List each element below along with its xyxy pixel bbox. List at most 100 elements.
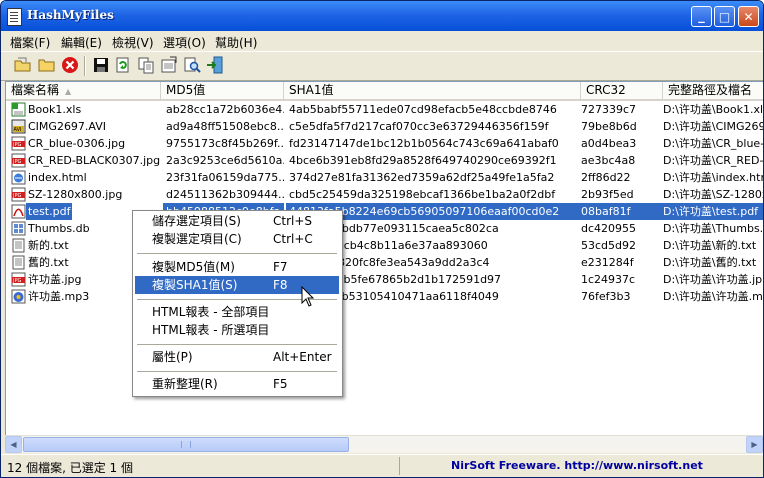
- copy-icon[interactable]: [137, 56, 155, 74]
- table-row[interactable]: AVI CIMG2697.AVI ad9a48ff51508ebc8... c5e5d…: [6, 118, 763, 135]
- minimize-button[interactable]: _: [691, 6, 712, 27]
- cell-filename[interactable]: AVI CIMG2697.AVI: [6, 118, 161, 135]
- cell-crc32: e231284f: [581, 256, 634, 269]
- txt-file-icon: [12, 238, 25, 253]
- cell-sha1: cbd5c25459da325198ebcaf1366be1ba2a0f2dbf: [289, 188, 556, 201]
- avi-file-icon: AVI: [11, 119, 26, 134]
- open-files-icon[interactable]: [14, 56, 32, 74]
- list-header: 檔案名稱 ▲ MD5值 SHA1值 CRC32 完整路徑及檔名: [6, 82, 763, 101]
- open-folder-icon[interactable]: [38, 56, 56, 74]
- menu-view[interactable]: 檢視(V): [112, 34, 154, 51]
- cell-sha1: fd23147147de1bc12b1b0564c743c69a641abaf0: [289, 137, 559, 150]
- excel-file-icon: [11, 102, 26, 117]
- table-row[interactable]: JPG SZ-1280x800.jpg d24511362b309444... cbd…: [6, 186, 763, 203]
- cell-filename[interactable]: index.html: [6, 169, 161, 186]
- close-button[interactable]: ✕: [738, 6, 759, 27]
- menu-help[interactable]: 幫助(H): [215, 34, 257, 51]
- ctx-shortcut: F7: [273, 260, 288, 274]
- cell-fullpath: D:\许功盖\CIMG2697.A: [663, 120, 763, 133]
- file-name: test.pdf: [26, 203, 73, 220]
- table-row[interactable]: JPG 许功盖.jpg 2ca6374ab5fe67865b2d1b172591d9…: [6, 271, 763, 288]
- cell-crc32: 53cd5d92: [581, 239, 637, 252]
- table-row[interactable]: Thumbs.db c851cbecbdb77e093115caea5c802ca…: [6, 220, 763, 237]
- table-row[interactable]: JPG CR_blue-0306.jpg 9755173c8f45b269f... f…: [6, 135, 763, 152]
- cell-crc32: dc420955: [581, 222, 637, 235]
- svg-text:JPG: JPG: [12, 159, 21, 165]
- nirsoft-link[interactable]: NirSoft Freeware. http://www.nirsoft.net: [451, 459, 703, 472]
- jpg-file-icon: JPG: [11, 136, 26, 151]
- file-list[interactable]: 檔案名稱 ▲ MD5值 SHA1值 CRC32 完整路徑及檔名 Book1.xls…: [5, 81, 764, 453]
- cell-filename[interactable]: JPG CR_RED-BLACK0307.jpg: [6, 152, 161, 169]
- table-row[interactable]: index.html 23f31fa06159da775... 374d27e81f…: [6, 169, 763, 186]
- file-name: 舊的.txt: [28, 256, 69, 269]
- toolbar: [1, 51, 763, 81]
- table-row[interactable]: 新的.txt 4c5223abcb4c8b11a6e37aa893060 53cd5…: [6, 237, 763, 254]
- ctx-shortcut: Alt+Enter: [273, 350, 332, 364]
- title-bar[interactable]: HashMyFiles _ □ ✕: [1, 1, 763, 31]
- file-name: CR_RED-BLACK0307.jpg: [28, 154, 161, 167]
- ctx-save-selected[interactable]: 儲存選定項目(S) Ctrl+S: [135, 212, 339, 230]
- column-header-fullpath[interactable]: 完整路徑及檔名: [663, 82, 763, 99]
- column-header-crc32[interactable]: CRC32: [581, 82, 663, 99]
- app-icon[interactable]: [7, 8, 22, 26]
- ctx-refresh[interactable]: 重新整理(R) F5: [135, 375, 339, 393]
- cell-crc32: 2ff86d22: [581, 171, 631, 184]
- ctx-label: HTML報表 - 全部項目: [152, 305, 270, 319]
- save-icon[interactable]: [92, 56, 110, 74]
- cell-fullpath: D:\许功盖\舊的.txt: [663, 256, 757, 269]
- exit-icon[interactable]: [206, 56, 224, 74]
- db-file-icon: [11, 221, 26, 236]
- cell-crc32: 727339c7: [581, 103, 637, 116]
- maximize-button[interactable]: □: [714, 6, 735, 27]
- find-icon[interactable]: [183, 56, 201, 74]
- cell-sha1: c5e5dfa5f7d217caf070cc3e63729446356f159f: [289, 120, 549, 133]
- file-name: 许功盖.mp3: [28, 290, 90, 303]
- file-name: Thumbs.db: [28, 222, 90, 235]
- ctx-label: HTML報表 - 所選項目: [152, 323, 270, 337]
- cell-sha1: 374d27e81fa31362ed7359a62df25a49fe1a5fa2: [289, 171, 555, 184]
- file-name: SZ-1280x800.jpg: [28, 188, 123, 201]
- cell-sha1: 4ab5babf55711ede07cd98efacb5e48ccbde8746: [289, 103, 557, 116]
- ctx-separator: [137, 371, 337, 372]
- ctx-html-report-selected[interactable]: HTML報表 - 所選項目: [135, 321, 339, 339]
- cell-crc32: 76fef3b3: [581, 290, 631, 303]
- delete-icon[interactable]: [61, 56, 79, 74]
- cell-filename[interactable]: JPG SZ-1280x800.jpg: [6, 186, 161, 203]
- cell-md5: 23f31fa06159da775...: [166, 171, 284, 184]
- refresh-icon[interactable]: [114, 56, 132, 74]
- menu-bar: 檔案(F) 編輯(E) 檢視(V) 選項(O) 幫助(H): [1, 31, 763, 50]
- table-row[interactable]: test.pdfbb45988512c9e8bfa...44813fa5b822…: [6, 203, 763, 220]
- html-file-icon: [11, 170, 26, 185]
- menu-edit[interactable]: 編輯(E): [61, 34, 102, 51]
- ctx-properties[interactable]: 屬性(P) Alt+Enter: [135, 348, 339, 366]
- cell-crc32: ae3bc4a8: [581, 154, 636, 167]
- menu-options[interactable]: 選項(O): [163, 34, 206, 51]
- column-header-filename[interactable]: 檔案名稱 ▲: [6, 82, 161, 99]
- ctx-label: 屬性(P): [152, 350, 193, 364]
- table-row[interactable]: Book1.xls ab28cc1a72b6036e4... 4ab5babf557…: [6, 101, 763, 118]
- cell-filename[interactable]: JPG CR_blue-0306.jpg: [6, 135, 161, 152]
- column-header-sha1[interactable]: SHA1值: [284, 82, 581, 99]
- scroll-thumb[interactable]: [23, 437, 349, 452]
- scroll-left-button[interactable]: ◀: [5, 436, 22, 453]
- menu-file[interactable]: 檔案(F): [10, 34, 50, 51]
- cell-filename[interactable]: Book1.xls: [6, 101, 161, 118]
- file-name: CIMG2697.AVI: [28, 120, 107, 133]
- file-name: 许功盖.jpg: [28, 273, 82, 286]
- jpg-file-icon: JPG: [11, 187, 26, 202]
- svg-text:AVI: AVI: [14, 127, 22, 133]
- column-header-md5[interactable]: MD5值: [161, 82, 284, 99]
- horizontal-scrollbar[interactable]: ◀ ▶: [5, 435, 763, 453]
- cell-fullpath: D:\许功盖\CR_RED-B: [663, 154, 764, 167]
- table-row[interactable]: JPG CR_RED-BLACK0307.jpg 2a3c9253ce6d5610a…: [6, 152, 764, 169]
- ctx-copy-md5[interactable]: 複製MD5值(M) F7: [135, 258, 339, 276]
- properties-icon[interactable]: [160, 56, 178, 74]
- ctx-separator: [137, 344, 337, 345]
- table-row[interactable]: 许功盖.mp3 e5b861f7b53105410471aa6118f4049 76…: [6, 288, 763, 305]
- ctx-shortcut: Ctrl+C: [273, 232, 313, 246]
- ctx-copy-selected[interactable]: 複製選定項目(C) Ctrl+C: [135, 230, 339, 248]
- scroll-right-button[interactable]: ▶: [746, 436, 763, 453]
- table-row[interactable]: 舊的.txt 9087263820fc8fe3ea543a9dd2a3c4 e231…: [6, 254, 763, 271]
- txt-file-icon: [12, 255, 25, 270]
- ctx-label: 重新整理(R): [152, 377, 218, 391]
